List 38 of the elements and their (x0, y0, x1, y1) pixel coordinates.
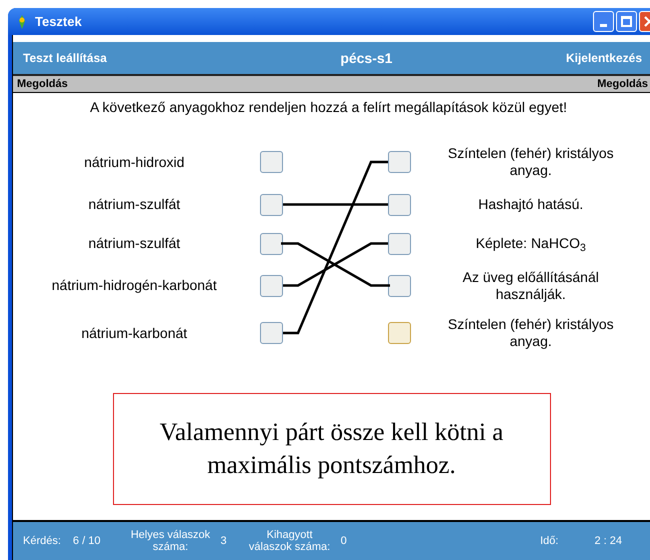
answer-slot[interactable] (388, 274, 411, 296)
substance-label: nátrium-hidrogén-karbonát (52, 276, 217, 295)
stop-test-link[interactable]: Teszt leállítása (23, 49, 107, 67)
subheader-left: Megoldás (17, 76, 68, 92)
answer-slot[interactable] (260, 194, 283, 216)
answer-slot[interactable] (260, 232, 283, 254)
statement-label: Hashajtó hatású. (477, 196, 584, 213)
answer-slot[interactable] (388, 232, 411, 254)
minimize-button[interactable] (593, 11, 614, 32)
time-label: Idő: (540, 534, 558, 549)
answer-slot[interactable] (260, 274, 283, 296)
substance-label: nátrium-szulfát (88, 234, 180, 253)
notice-text: Valamennyi párt össze kell kötni a maximális pontszámhoz. (158, 418, 504, 481)
answer-slot[interactable] (388, 151, 411, 173)
statement-label: Színtelen (fehér) kristályos anyag. (446, 145, 615, 179)
time-value: 2 : 24 (594, 534, 622, 549)
statement-label: Képlete: NaHCO$_{3}$ (474, 235, 587, 252)
subheader-right: Megoldás (597, 76, 648, 92)
correct-value: 3 (220, 534, 227, 549)
statement-label: Színtelen (fehér) kristályos anyag. (446, 316, 615, 350)
substance-label: nátrium-hidroxid (84, 152, 184, 172)
correct-label: Helyes válaszok száma: (130, 529, 210, 553)
skipped-label: Kihagyott válaszok száma: (248, 529, 332, 553)
logout-link[interactable]: Kijelentkezés (566, 49, 642, 67)
question-label: Kérdés: (23, 534, 61, 549)
answer-slot[interactable] (260, 322, 283, 344)
maximize-button[interactable] (616, 11, 637, 32)
answer-slot[interactable] (388, 194, 411, 216)
substance-label: nátrium-karbonát (81, 324, 188, 342)
substance-label: nátrium-szulfát (88, 195, 180, 214)
skipped-value: 0 (340, 534, 347, 549)
question-value: 6 / 10 (72, 534, 100, 549)
answer-slot[interactable] (260, 151, 283, 173)
answer-slot[interactable] (388, 322, 411, 344)
window-title: Tesztek (35, 12, 82, 31)
instruction-text: A következő anyagokhoz rendeljen hozzá a felírt megállapítások közül egyet! (90, 98, 568, 117)
user-name: pécs-s1 (340, 48, 392, 68)
statement-label: Az üveg előállításánál használják. (462, 268, 600, 302)
